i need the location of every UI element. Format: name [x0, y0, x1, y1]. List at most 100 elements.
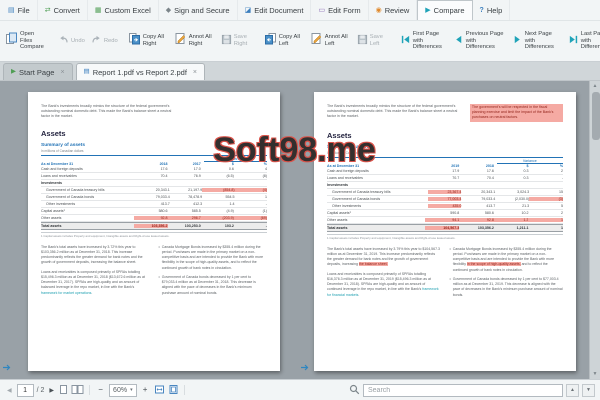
- annot-all-right-button[interactable]: Annot All Right: [172, 31, 217, 51]
- first-page-with-differences-button[interactable]: First Page with Differences: [398, 30, 449, 53]
- table-row: Investments: [41, 180, 267, 187]
- bullet-item: • Government of Canada bonds decreased by…: [450, 277, 564, 298]
- close-icon[interactable]: ×: [193, 69, 197, 76]
- table-row: Government of Canada bonds 79,033.4 78,478…: [41, 194, 267, 201]
- table-cell: 92.8: [134, 215, 168, 220]
- table-cell: 79,033.4: [481, 196, 496, 201]
- last-page-with-differences-button[interactable]: Last Page with Differences: [566, 30, 600, 53]
- close-icon[interactable]: ×: [60, 69, 64, 76]
- tab-convert[interactable]: ⇄ Convert: [38, 0, 88, 20]
- next-page-with-differences-button[interactable]: Next Page with Differences: [510, 30, 564, 53]
- table-cell: -: [265, 201, 267, 206]
- tab-help[interactable]: ? Help: [473, 0, 511, 20]
- tab-sign-and-secure[interactable]: ◆ Sign and Secure: [159, 0, 238, 20]
- difference-highlight-block: The government's will be respected in th…: [469, 104, 563, 122]
- tab-compare[interactable]: ▶ Compare: [417, 0, 473, 20]
- table-cell: 0.3: [523, 175, 529, 180]
- zoom-out-button[interactable]: −: [95, 384, 106, 397]
- search-down-icon[interactable]: ▼: [582, 383, 595, 397]
- scroll-up-icon[interactable]: ▲: [590, 81, 600, 91]
- tab-file[interactable]: ▤ File: [1, 0, 38, 20]
- table-cell: (854.8): [202, 187, 235, 192]
- text-column-1: The Bank's total assets have increased b…: [327, 247, 441, 302]
- report-tab-icon: ▤: [83, 67, 90, 75]
- table-cell: [168, 181, 201, 185]
- tab-label: Edit Form: [328, 5, 361, 15]
- table-cell: Capital assets¹: [327, 210, 351, 215]
- last-page-diff-icon: [568, 32, 579, 50]
- inline-link[interactable]: framework for market operations: [41, 291, 91, 295]
- doc-tab-start-page[interactable]: ▶ Start Page ×: [3, 63, 73, 80]
- tab-review[interactable]: ◉ Review: [369, 0, 418, 20]
- table-cell: 580.6: [158, 208, 168, 213]
- copy-all-left-icon: [264, 32, 277, 50]
- table-cell: 1: [561, 225, 564, 230]
- table-cell: [528, 183, 563, 187]
- table-cell: 2: [561, 210, 564, 215]
- table-row: Total assets 103,356.2 103,253.0 103.2 -: [41, 221, 267, 230]
- table-cell: 103,356.2: [477, 225, 494, 230]
- table-cell: Other assets: [327, 217, 348, 222]
- copy-all-right-icon: [128, 32, 141, 50]
- fit-width-icon[interactable]: [154, 384, 165, 397]
- search-up-icon[interactable]: ▲: [566, 383, 579, 397]
- text-segment: The government's will be respected in th…: [471, 105, 554, 120]
- table-cell: Investments: [41, 180, 62, 185]
- table-cell: 103.2: [224, 223, 234, 228]
- text-segment: Loans and receivables is composed primar…: [41, 269, 145, 290]
- prev-page-nav-icon[interactable]: ◀: [5, 387, 14, 394]
- table-cell: 3,024.3: [517, 189, 530, 194]
- zoom-level-select[interactable]: 60% ▾: [109, 383, 137, 397]
- tab-label: File: [17, 5, 30, 15]
- table-row: Other investments 435.0 413.7 21.3 5: [327, 203, 563, 210]
- custom-excel-tab-icon: ▦: [94, 6, 102, 14]
- text-segment: .: [91, 290, 93, 295]
- page-number-input[interactable]: [16, 383, 34, 397]
- table-cell: 70.7: [452, 175, 460, 180]
- save-left-button[interactable]: Save Left: [355, 31, 392, 51]
- copy-all-left-button[interactable]: Copy All Left: [262, 31, 306, 51]
- review-tab-icon: ◉: [375, 6, 382, 14]
- redo-button[interactable]: Redo: [89, 31, 120, 51]
- table-cell: 1.4: [229, 201, 235, 206]
- save-right-button[interactable]: Save Right: [219, 31, 256, 51]
- facing-pages-view-icon[interactable]: [71, 384, 84, 397]
- copy-all-right-button[interactable]: Copy All Right: [126, 31, 170, 51]
- previous-page-with-differences-button[interactable]: Previous Page with Differences: [451, 30, 508, 53]
- text-column-1: The Bank's total assets have increased b…: [41, 245, 150, 300]
- table-cell: Loans and receivables: [41, 173, 77, 178]
- table-cell: 554.5: [225, 194, 235, 199]
- undo-button[interactable]: Undo: [56, 31, 87, 51]
- zoom-in-button[interactable]: +: [140, 384, 151, 397]
- vertical-scrollbar[interactable]: ▲ ▼: [589, 81, 600, 379]
- table-cell: 1,211.1: [516, 225, 529, 230]
- text-segment: The Bank's total assets have increased b…: [41, 244, 143, 265]
- open-files-compare-button[interactable]: Open Files Compare: [3, 30, 50, 53]
- doc-tab-report-compare[interactable]: ▤ Report 1.pdf vs Report 2.pdf ×: [75, 63, 206, 80]
- tab-edit-document[interactable]: ◪ Edit Document: [238, 0, 312, 20]
- next-page-nav-icon[interactable]: ▶: [47, 387, 56, 394]
- tab-label: Compare: [433, 6, 465, 15]
- scroll-down-icon[interactable]: ▼: [590, 369, 600, 379]
- text-column-2: • Canada Mortgage Bonds increased by $355…: [159, 245, 268, 300]
- tab-edit-form[interactable]: ▭ Edit Form: [311, 0, 369, 20]
- table-cell: (4): [234, 187, 267, 192]
- annot-all-left-button[interactable]: Annot All Left: [308, 31, 353, 51]
- table-row: Capital assets¹ 590.8 580.6 10.2 2: [327, 210, 563, 217]
- scrollbar-thumb[interactable]: [591, 92, 600, 140]
- intro-paragraph: The Bank's investments broadly mimics th…: [41, 104, 172, 120]
- single-page-view-icon[interactable]: [59, 384, 68, 397]
- table-cell: 104,567.3: [424, 225, 460, 230]
- fit-page-icon[interactable]: [168, 384, 179, 397]
- table-footnote: 1 Capital assets includes Property and e…: [327, 233, 563, 240]
- body-paragraph: Loans and receivables is composed primar…: [41, 270, 150, 296]
- tab-label: Review: [384, 5, 410, 15]
- tab-custom-excel[interactable]: ▦ Custom Excel: [88, 0, 159, 20]
- scroll-right-pane-icon[interactable]: [300, 359, 311, 377]
- statusbar-separator: [89, 385, 91, 395]
- search-input[interactable]: [363, 383, 563, 397]
- zoom-dropdown-icon: ▾: [130, 387, 133, 393]
- table-cell: Government of Canada treasury bills: [46, 187, 105, 192]
- table-row: Other investments 413.7 412.3 1.4 -: [41, 201, 267, 208]
- scroll-left-pane-icon[interactable]: [2, 359, 13, 377]
